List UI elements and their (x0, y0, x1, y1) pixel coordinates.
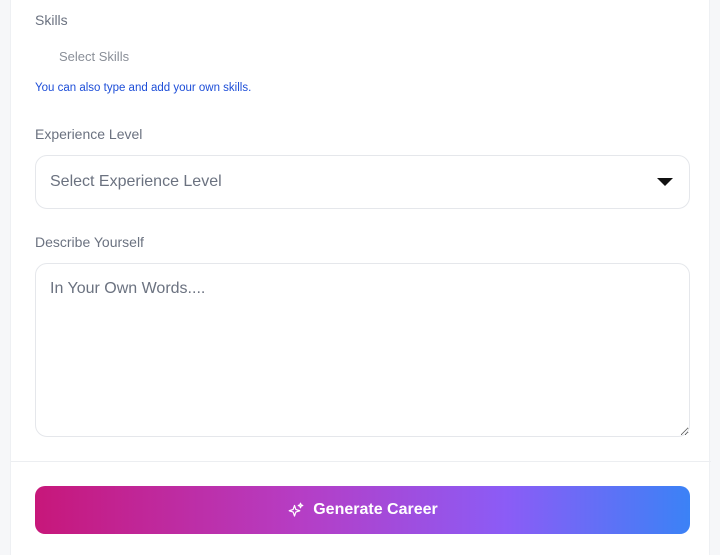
experience-level-select[interactable]: Select Experience Level (35, 155, 690, 209)
generate-career-label: Generate Career (313, 501, 438, 518)
skills-hint: You can also type and add your own skill… (35, 82, 252, 94)
skills-label: Skills (35, 12, 68, 28)
sparkles-icon (287, 501, 305, 519)
experience-select-value: Select Experience Level (50, 173, 222, 190)
experience-label: Experience Level (35, 126, 143, 142)
generate-career-button[interactable]: Generate Career (35, 486, 690, 534)
describe-label: Describe Yourself (35, 234, 144, 250)
describe-yourself-textarea[interactable] (35, 263, 690, 437)
career-form-card: Skills You can also type and add your ow… (10, 0, 711, 555)
divider (11, 461, 711, 462)
skills-input[interactable] (35, 42, 335, 70)
caret-down-icon (657, 178, 673, 186)
